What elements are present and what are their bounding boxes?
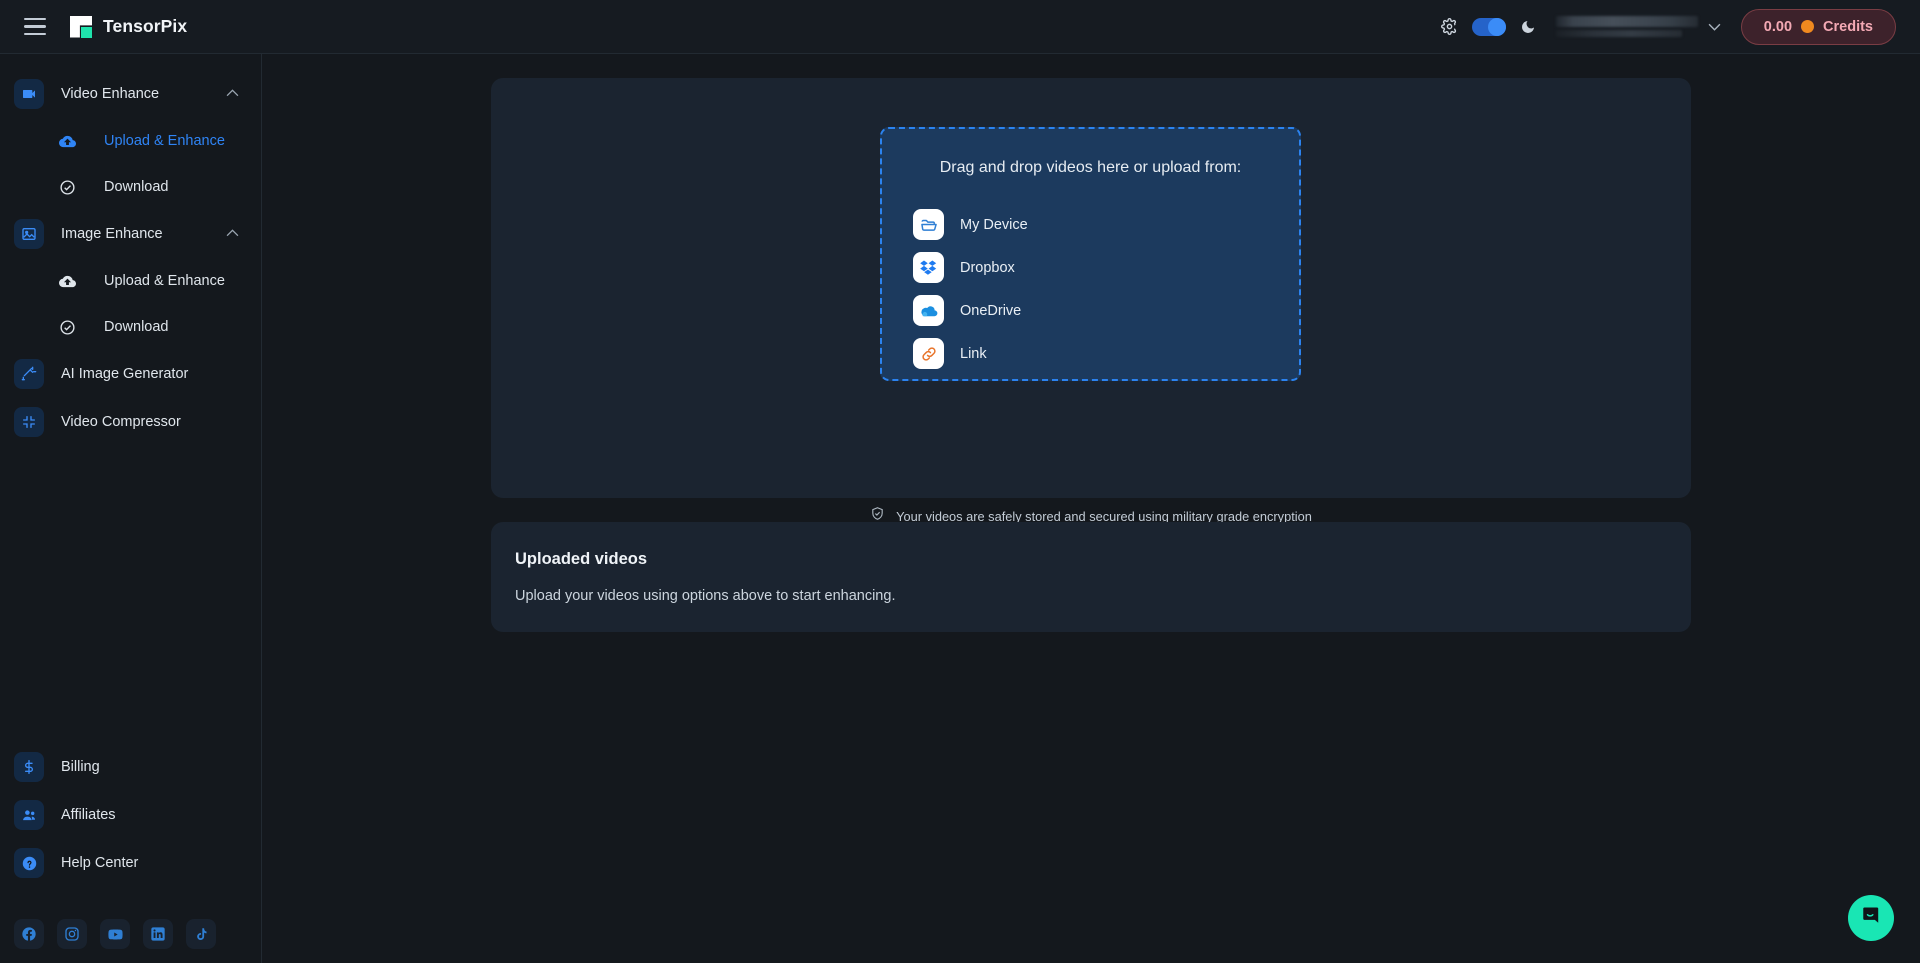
redacted-line bbox=[1556, 30, 1682, 37]
credits-coin-icon bbox=[1801, 20, 1814, 33]
upload-card: Drag and drop videos here or upload from… bbox=[491, 78, 1691, 498]
uploaded-videos-title: Uploaded videos bbox=[515, 550, 1667, 569]
magic-wand-icon bbox=[14, 359, 44, 389]
upload-option-label: My Device bbox=[960, 217, 1028, 233]
sidebar-item-help-center[interactable]: Help Center bbox=[0, 839, 261, 887]
logo-accent-square bbox=[81, 27, 92, 38]
sidebar-item-video-compressor[interactable]: Video Compressor bbox=[0, 398, 261, 446]
image-icon bbox=[14, 219, 44, 249]
upload-option-label: Dropbox bbox=[960, 260, 1015, 276]
chevron-up-icon bbox=[226, 88, 239, 100]
gear-icon[interactable] bbox=[1441, 18, 1458, 35]
dropbox-icon bbox=[913, 252, 944, 283]
upload-option-my-device[interactable]: My Device bbox=[882, 203, 1299, 246]
sidebar-item-label: Affiliates bbox=[61, 807, 116, 823]
instagram-icon[interactable] bbox=[57, 919, 87, 949]
cloud-upload-icon bbox=[58, 272, 76, 290]
sidebar-item-affiliates[interactable]: Affiliates bbox=[0, 791, 261, 839]
app-root: TensorPix bbox=[0, 0, 1920, 963]
tensorpix-logo-icon bbox=[70, 16, 92, 38]
dropzone-title: Drag and drop videos here or upload from… bbox=[882, 159, 1299, 177]
sidebar-item-video-upload-enhance[interactable]: Upload & Enhance bbox=[0, 118, 261, 164]
sidebar-item-image-download[interactable]: Download bbox=[0, 304, 261, 350]
sidebar-item-label: AI Image Generator bbox=[61, 366, 188, 382]
brand-name: TensorPix bbox=[103, 16, 187, 37]
brand-logo[interactable]: TensorPix bbox=[70, 16, 187, 38]
moon-icon[interactable] bbox=[1520, 19, 1536, 35]
check-circle-icon bbox=[58, 178, 76, 196]
check-circle-icon bbox=[58, 318, 76, 336]
sidebar-item-label: Upload & Enhance bbox=[104, 273, 225, 289]
sidebar-nav-bottom: Billing Affiliates bbox=[0, 743, 261, 887]
account-email-redacted bbox=[1556, 16, 1698, 37]
theme-toggle-knob bbox=[1488, 18, 1506, 36]
linkedin-icon[interactable] bbox=[143, 919, 173, 949]
upload-option-onedrive[interactable]: OneDrive bbox=[882, 289, 1299, 332]
sidebar-group-label: Image Enhance bbox=[61, 226, 163, 242]
top-bar: TensorPix bbox=[0, 0, 1920, 54]
sidebar-item-video-download[interactable]: Download bbox=[0, 164, 261, 210]
dropzone[interactable]: Drag and drop videos here or upload from… bbox=[880, 127, 1301, 381]
onedrive-icon bbox=[913, 295, 944, 326]
hamburger-icon[interactable] bbox=[18, 10, 52, 44]
sidebar-item-label: Help Center bbox=[61, 855, 138, 871]
compress-arrows-icon bbox=[14, 407, 44, 437]
sidebar-group-video-enhance[interactable]: Video Enhance bbox=[0, 70, 261, 118]
main-content: Drag and drop videos here or upload from… bbox=[262, 54, 1920, 963]
sidebar-item-billing[interactable]: Billing bbox=[0, 743, 261, 791]
sidebar-item-label: Upload & Enhance bbox=[104, 133, 225, 149]
hamburger-line bbox=[24, 25, 46, 28]
account-menu[interactable] bbox=[1550, 13, 1727, 40]
upload-option-dropbox[interactable]: Dropbox bbox=[882, 246, 1299, 289]
link-icon bbox=[913, 338, 944, 369]
question-circle-icon bbox=[14, 848, 44, 878]
youtube-icon[interactable] bbox=[100, 919, 130, 949]
redacted-line bbox=[1556, 16, 1698, 27]
chevron-up-icon bbox=[226, 228, 239, 240]
dollar-icon bbox=[14, 752, 44, 782]
sidebar: Video Enhance Upload & Enhance bbox=[0, 54, 262, 963]
chat-bubble-icon bbox=[1860, 904, 1883, 932]
sidebar-nav-top: Video Enhance Upload & Enhance bbox=[0, 54, 261, 446]
credits-label: Credits bbox=[1823, 19, 1873, 35]
uploaded-videos-card: Uploaded videos Upload your videos using… bbox=[491, 522, 1691, 632]
sidebar-group-image-enhance[interactable]: Image Enhance bbox=[0, 210, 261, 258]
tiktok-icon[interactable] bbox=[186, 919, 216, 949]
theme-toggle[interactable] bbox=[1472, 18, 1506, 36]
cloud-upload-icon bbox=[58, 132, 76, 150]
sidebar-item-label: Download bbox=[104, 179, 169, 195]
social-links bbox=[0, 919, 261, 949]
uploaded-videos-empty-message: Upload your videos using options above t… bbox=[515, 588, 1667, 604]
video-camera-icon bbox=[14, 79, 44, 109]
hamburger-line bbox=[24, 33, 46, 36]
upload-option-link[interactable]: Link bbox=[882, 332, 1299, 375]
credits-amount: 0.00 bbox=[1764, 19, 1792, 35]
upload-option-label: Link bbox=[960, 346, 987, 362]
upload-option-label: OneDrive bbox=[960, 303, 1021, 319]
credits-badge[interactable]: 0.00 Credits bbox=[1741, 9, 1896, 45]
sidebar-item-image-upload-enhance[interactable]: Upload & Enhance bbox=[0, 258, 261, 304]
sidebar-item-label: Billing bbox=[61, 759, 100, 775]
top-bar-right: 0.00 Credits bbox=[1441, 9, 1920, 45]
hamburger-line bbox=[24, 18, 46, 21]
chat-widget-button[interactable] bbox=[1848, 895, 1894, 941]
sidebar-item-ai-image-generator[interactable]: AI Image Generator bbox=[0, 350, 261, 398]
facebook-icon[interactable] bbox=[14, 919, 44, 949]
folder-icon bbox=[913, 209, 944, 240]
sidebar-group-label: Video Enhance bbox=[61, 86, 159, 102]
chevron-down-icon bbox=[1708, 20, 1721, 33]
users-icon bbox=[14, 800, 44, 830]
sidebar-item-label: Video Compressor bbox=[61, 414, 181, 430]
sidebar-item-label: Download bbox=[104, 319, 169, 335]
